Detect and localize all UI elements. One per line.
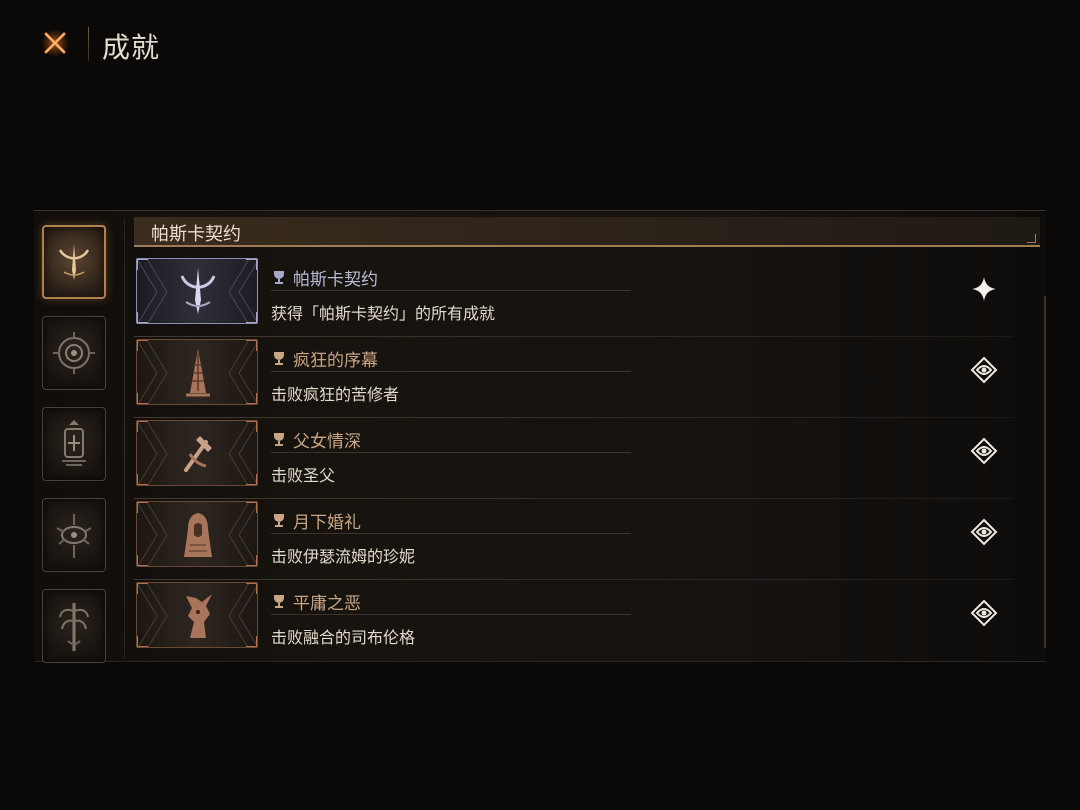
category-tabs [42, 225, 112, 680]
achievement-thumbnail [136, 582, 258, 648]
locked-eye-icon [970, 599, 998, 627]
sidebar-divider [124, 219, 125, 659]
achievement-title: 帕斯卡契约 [293, 269, 378, 290]
thorned-eye-emblem-icon [56, 514, 92, 558]
header-corner-ornament [1027, 234, 1036, 243]
category-tab-2[interactable] [42, 316, 106, 390]
thumbnail-corner [137, 474, 148, 485]
achievement-description: 击败融合的司布伦格 [271, 628, 416, 647]
category-header: 帕斯卡契约 [134, 217, 1040, 247]
achievement-row[interactable]: 平庸之恶 击败融合的司布伦格 [134, 580, 1046, 648]
crescent-icon [180, 268, 216, 314]
achievement-row[interactable]: 帕斯卡契约 获得「帕斯卡契约」的所有成就 [134, 256, 1046, 337]
top-bar: 成就 [0, 0, 1080, 90]
achievement-description: 击败疯狂的苦修者 [271, 385, 400, 404]
beast-icon [186, 594, 212, 638]
list-scrollbar[interactable] [1044, 296, 1046, 648]
thumbnail-corner [246, 393, 257, 404]
category-tab-4[interactable] [42, 498, 106, 572]
thumbnail-corner [137, 312, 148, 323]
category-tab-5[interactable] [42, 589, 106, 663]
category-title: 帕斯卡契约 [151, 224, 241, 245]
achievement-row[interactable]: 父女情深 击败圣父 [134, 418, 1046, 499]
achievement-row[interactable]: 疯狂的序幕 击败疯狂的苦修者 [134, 337, 1046, 418]
thumbnail-corner [246, 555, 257, 566]
achievement-title: 疯狂的序幕 [293, 350, 378, 371]
thumbnail-corner [137, 502, 148, 513]
achievement-title-row: 月下婚礼 [271, 507, 631, 534]
lantern-emblem-icon [62, 420, 86, 466]
trophy-icon [271, 269, 287, 285]
achievement-thumbnail [136, 501, 258, 567]
thumbnail-corner [137, 636, 148, 647]
trophy-icon [271, 593, 287, 609]
title-divider [88, 27, 89, 61]
achievement-title-row: 疯狂的序幕 [271, 345, 631, 372]
thumbnail-corner [137, 421, 148, 432]
tree-sigil-emblem-icon [59, 603, 89, 651]
achievement-title: 父女情深 [293, 431, 361, 452]
achievement-description: 获得「帕斯卡契约」的所有成就 [271, 304, 496, 323]
locked-eye-icon [970, 518, 998, 546]
thumbnail-corner [246, 312, 257, 323]
trophy-icon [271, 350, 287, 366]
close-button[interactable] [38, 26, 72, 60]
locked-eye-icon [970, 437, 998, 465]
hooded-figure-icon [184, 513, 212, 557]
thumbnail-corner [246, 340, 257, 351]
spire-icon [186, 349, 210, 397]
trophy-icon [271, 512, 287, 528]
thumbnail-corner [137, 259, 148, 270]
thumbnail-corner [137, 555, 148, 566]
achievement-title: 平庸之恶 [293, 593, 361, 614]
achievement-description: 击败圣父 [271, 466, 336, 485]
sparkle-icon [970, 275, 998, 303]
spiral-eye-emblem-icon [53, 332, 95, 374]
achievement-title-row: 帕斯卡契约 [271, 264, 631, 291]
trophy-icon [271, 431, 287, 447]
hammer-icon [184, 436, 212, 472]
thumbnail-corner [246, 583, 257, 594]
thumbnail-corner [246, 474, 257, 485]
thumbnail-corner [137, 583, 148, 594]
thumbnail-corner [246, 259, 257, 270]
thumbnail-corner [137, 340, 148, 351]
achievement-row[interactable]: 月下婚礼 击败伊瑟流姆的珍妮 [134, 499, 1046, 580]
achievement-thumbnail [136, 420, 258, 486]
thumbnail-corner [246, 421, 257, 432]
achievement-title-row: 父女情深 [271, 426, 631, 453]
achievement-thumbnail [136, 339, 258, 405]
thumbnail-corner [137, 393, 148, 404]
category-tab-3[interactable] [42, 407, 106, 481]
achievements-panel: 帕斯卡契约 帕斯卡契约 获得「帕斯卡契约」的所有成就 疯狂的序幕 击败疯狂的苦修… [34, 210, 1046, 663]
category-tab-1[interactable] [42, 225, 106, 299]
thumbnail-corner [246, 636, 257, 647]
thumbnail-corner [246, 502, 257, 513]
achievement-thumbnail [136, 258, 258, 324]
close-icon [41, 29, 69, 57]
achievement-title-row: 平庸之恶 [271, 588, 631, 615]
locked-eye-icon [970, 356, 998, 384]
achievement-list[interactable]: 帕斯卡契约 获得「帕斯卡契约」的所有成就 疯狂的序幕 击败疯狂的苦修者 父女情深… [134, 256, 1046, 648]
crescent-emblem-icon [58, 244, 90, 280]
achievement-description: 击败伊瑟流姆的珍妮 [271, 547, 416, 566]
page-title: 成就 [102, 31, 161, 64]
achievement-title: 月下婚礼 [293, 512, 361, 533]
